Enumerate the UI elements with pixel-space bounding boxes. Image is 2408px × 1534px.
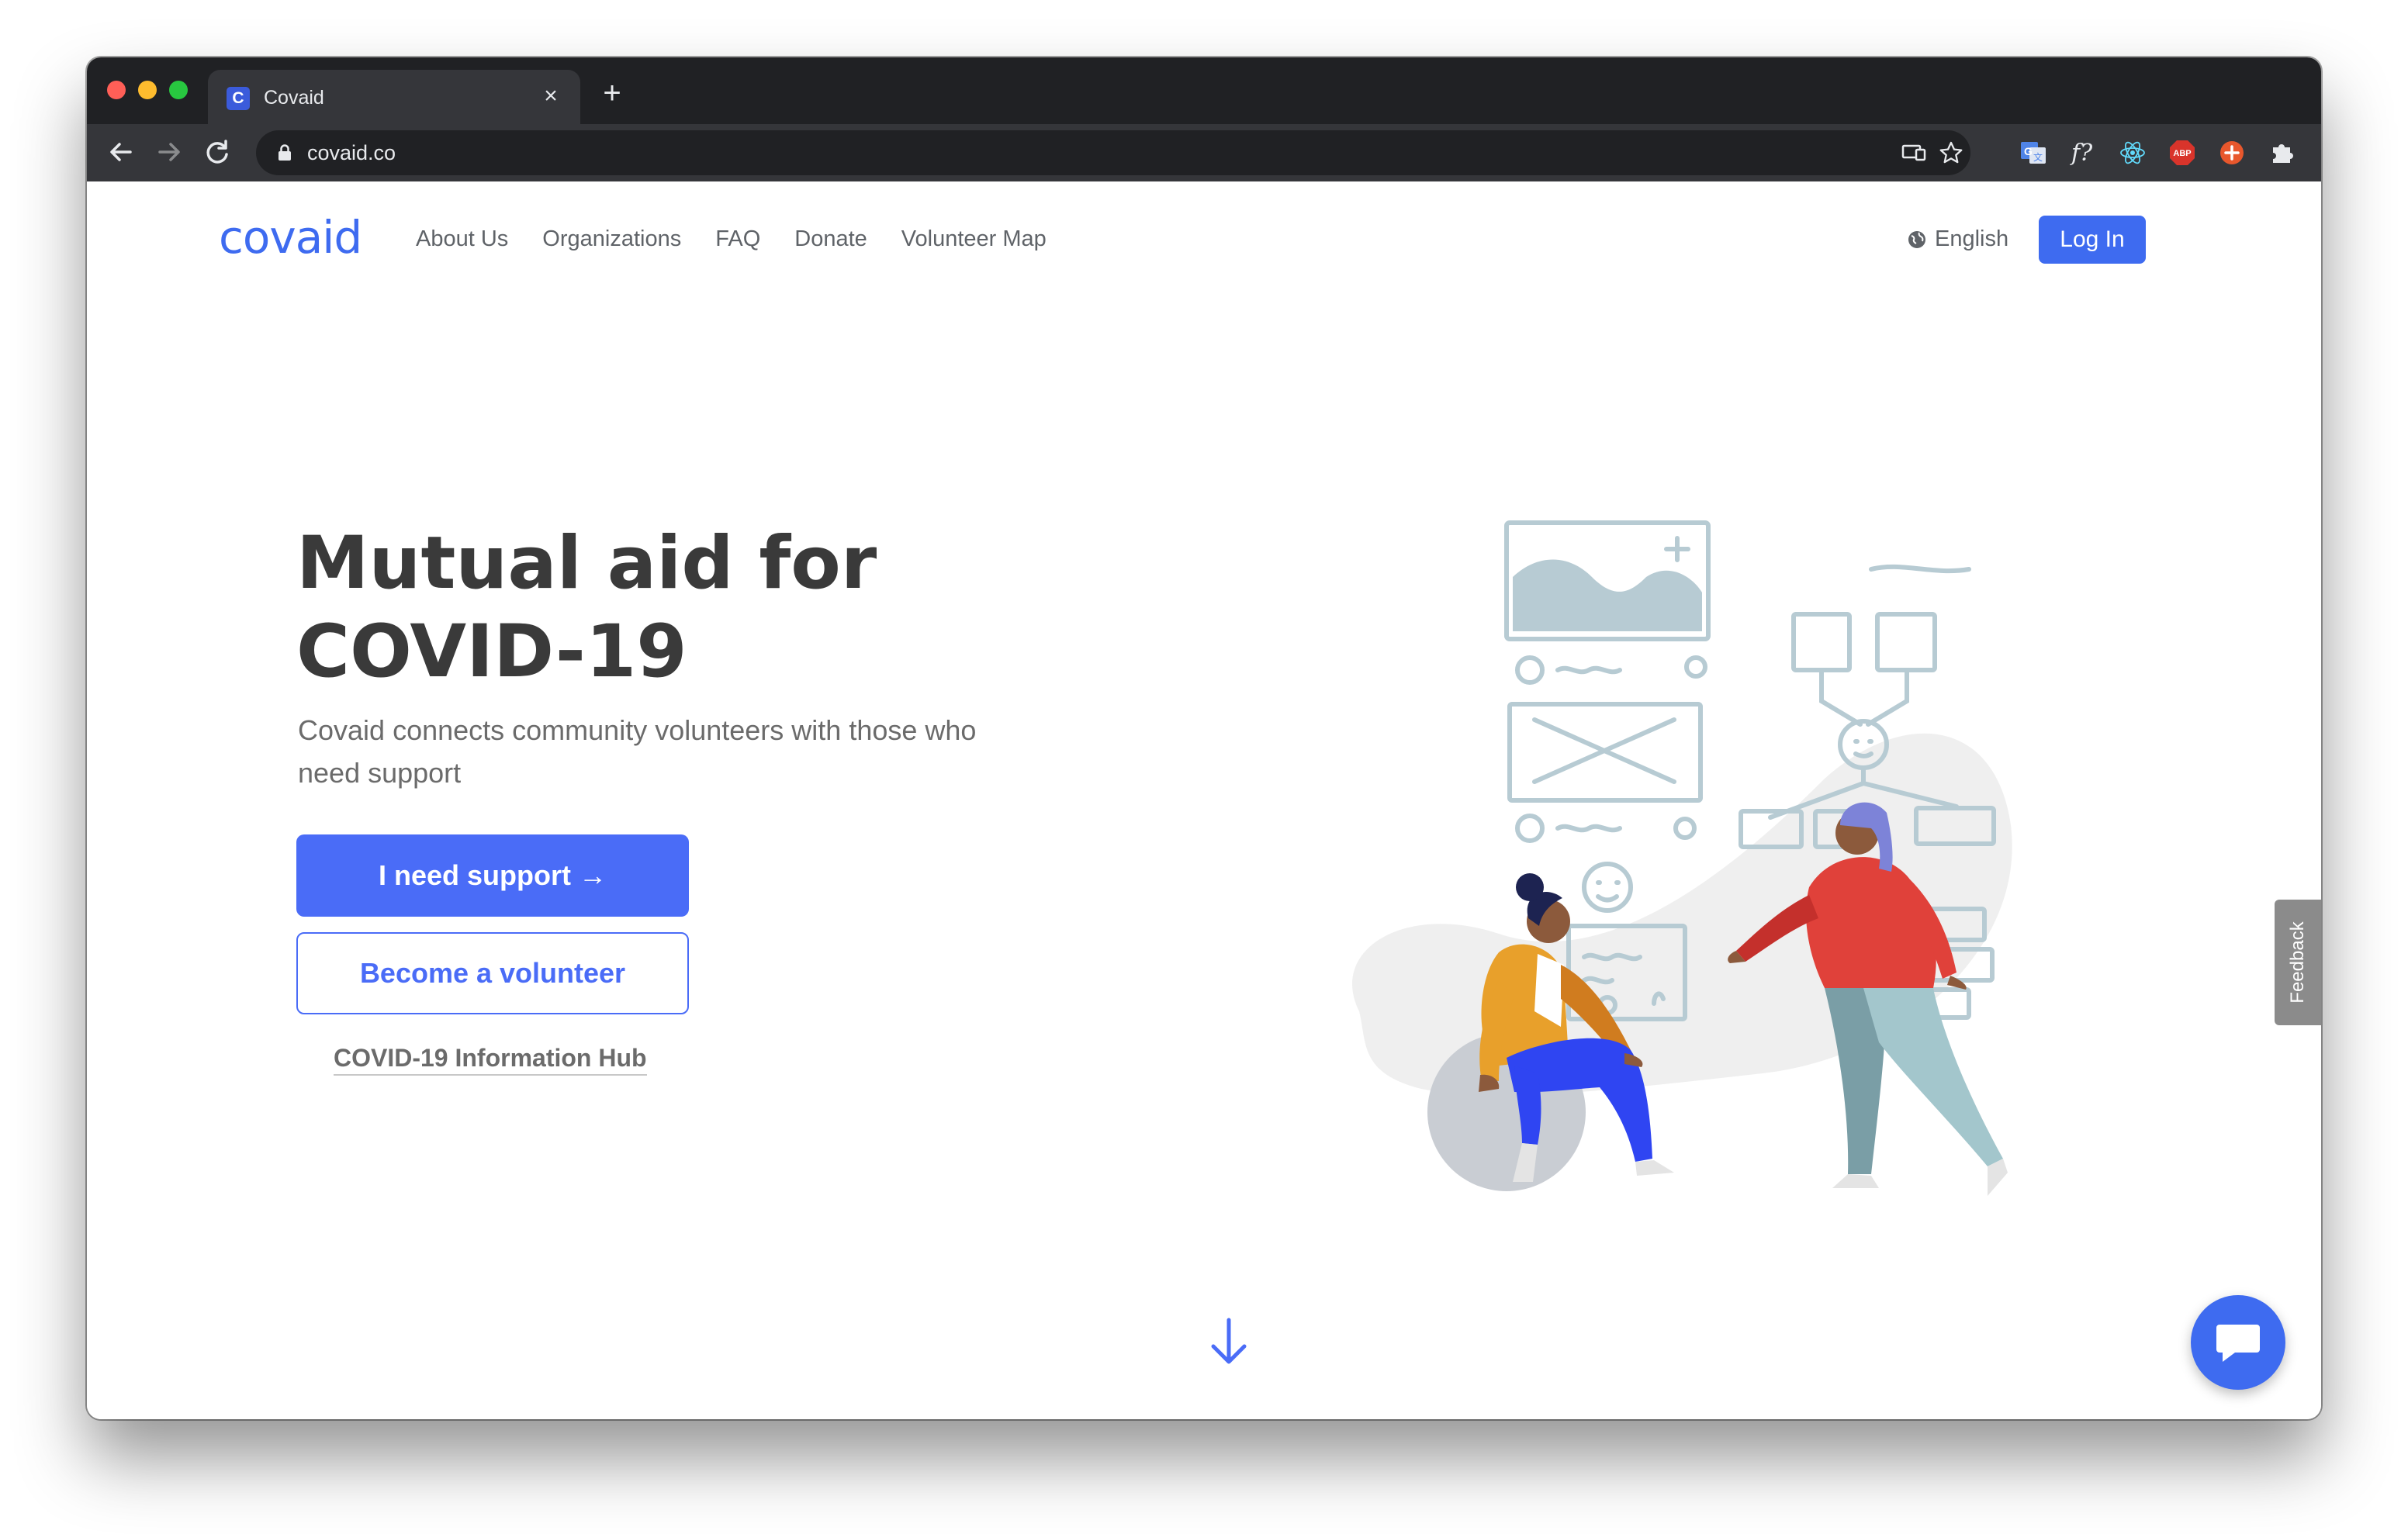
scroll-down-arrow-icon[interactable]: [1206, 1314, 1252, 1368]
nav-about-us[interactable]: About Us: [416, 226, 508, 252]
nav-faq[interactable]: FAQ: [715, 226, 760, 252]
cast-icon[interactable]: [1901, 140, 1927, 166]
become-volunteer-button[interactable]: Become a volunteer: [296, 932, 689, 1014]
main-nav: About Us Organizations FAQ Donate Volunt…: [416, 226, 1047, 252]
nav-donate[interactable]: Donate: [794, 226, 867, 252]
reload-icon: [206, 140, 228, 164]
image-sketch-fill: [1513, 559, 1702, 631]
favicon-icon: C: [227, 87, 250, 110]
globe-icon: [1908, 230, 1925, 248]
lock-icon: [279, 144, 291, 161]
reload-button[interactable]: [199, 133, 236, 171]
feedback-label: Feedback: [2287, 921, 2308, 1004]
browser-window: C Covaid × + covaid.co G文 f? ABP covaid …: [87, 57, 2321, 1419]
hero-title-line2: COVID-19: [296, 610, 687, 694]
svg-text:文: 文: [2033, 151, 2043, 163]
forward-arrow-icon: [158, 143, 180, 161]
nav-organizations[interactable]: Organizations: [542, 226, 681, 252]
hero-title-line1: Mutual aid for: [296, 521, 877, 606]
close-tab-icon[interactable]: ×: [537, 82, 565, 110]
svg-text:f?: f?: [2070, 140, 2093, 167]
feedback-tab[interactable]: Feedback: [2275, 900, 2321, 1025]
tab-strip: C Covaid × +: [87, 57, 2321, 124]
back-arrow-icon: [110, 143, 132, 161]
url-text: covaid.co: [307, 141, 396, 164]
browser-toolbar: covaid.co G文 f? ABP: [87, 124, 2321, 181]
covaid-logo[interactable]: covaid: [219, 211, 362, 264]
hero-subtitle: Covaid connects community volunteers wit…: [298, 714, 977, 789]
login-button[interactable]: Log In: [2039, 216, 2146, 264]
f-icon[interactable]: f?: [2068, 138, 2098, 168]
tab-covaid[interactable]: C Covaid ×: [208, 70, 580, 124]
nav-volunteer-map[interactable]: Volunteer Map: [901, 226, 1047, 252]
hero-title: Mutual aid for COVID-19: [296, 520, 995, 696]
tab-title: Covaid: [264, 87, 324, 109]
covid-info-hub-link[interactable]: COVID-19 Information Hub: [334, 1044, 647, 1076]
abp-icon[interactable]: ABP: [2168, 138, 2197, 168]
back-button[interactable]: [102, 133, 140, 171]
minimize-window-button[interactable]: [138, 81, 157, 99]
address-bar[interactable]: covaid.co: [256, 130, 1970, 175]
page-content: covaid About Us Organizations FAQ Donate…: [87, 181, 2321, 1419]
language-label: English: [1935, 226, 2009, 251]
chat-button[interactable]: [2191, 1295, 2285, 1390]
star-icon[interactable]: [1938, 140, 1964, 166]
language-selector[interactable]: English: [1907, 226, 2008, 252]
maximize-window-button[interactable]: [169, 81, 188, 99]
svg-text:ABP: ABP: [2173, 149, 2191, 158]
hero-illustration: [1352, 520, 2012, 1196]
react-icon[interactable]: [2118, 138, 2147, 168]
puzzle-icon[interactable]: [2267, 138, 2296, 168]
translate-icon[interactable]: G文: [2019, 138, 2048, 168]
svg-text:G: G: [2024, 145, 2033, 157]
plus-ext-icon[interactable]: [2217, 138, 2247, 168]
close-window-button[interactable]: [107, 81, 126, 99]
need-support-button[interactable]: I need support →: [296, 834, 689, 917]
forward-button[interactable]: [150, 133, 188, 171]
new-tab-button[interactable]: +: [596, 78, 628, 110]
chat-icon: [2216, 1325, 2260, 1362]
